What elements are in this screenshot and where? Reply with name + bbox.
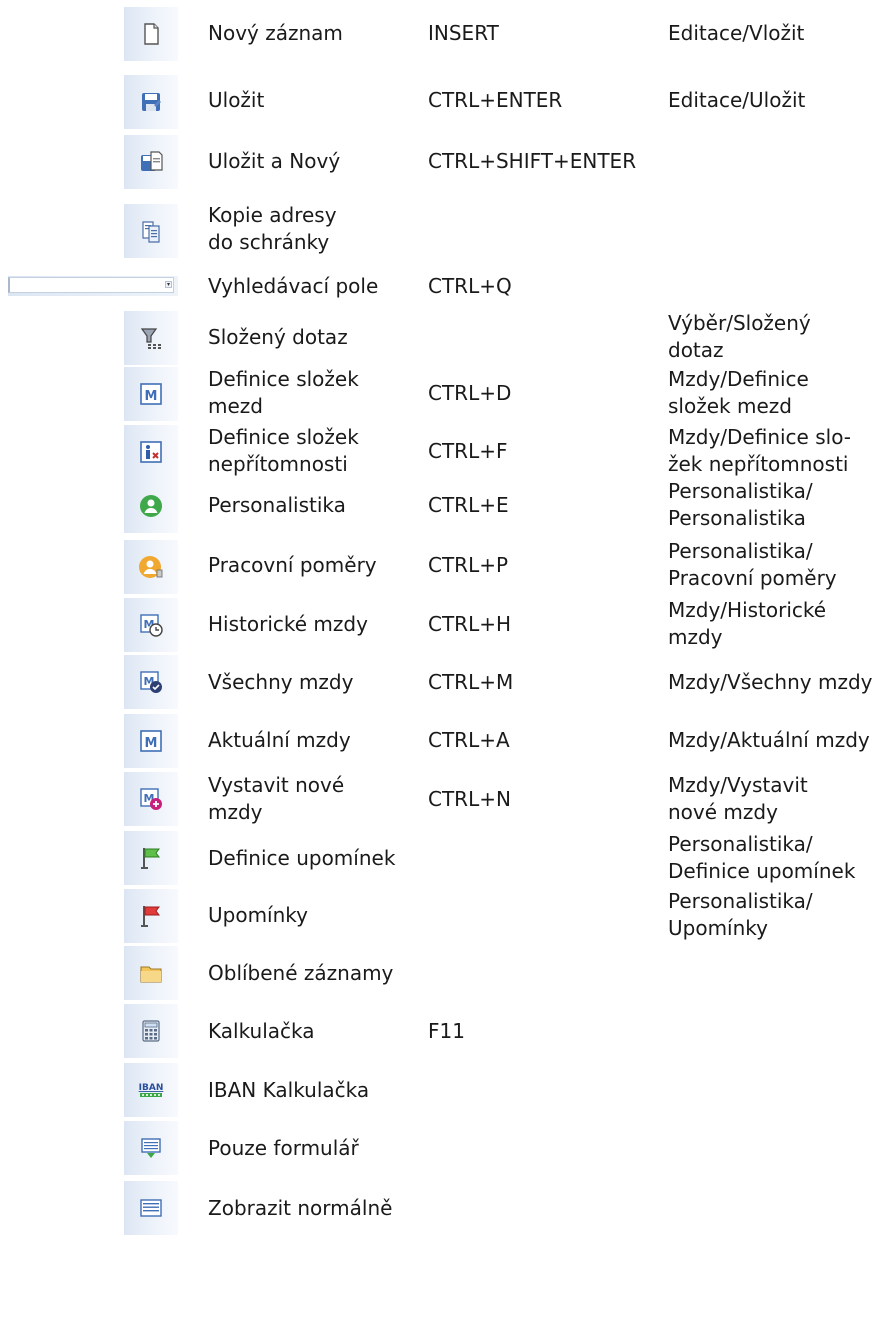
svg-text:IBAN: IBAN: [139, 1083, 164, 1093]
normal-view-icon: [124, 1181, 178, 1235]
form-only-icon: [124, 1121, 178, 1175]
menu-path: Mzdy/Historické mzdy: [668, 598, 827, 649]
function-name: Nový záznam: [208, 20, 343, 45]
keyboard-shortcut: CTRL+D: [428, 380, 512, 405]
reminders-red-flag-icon: [124, 889, 178, 943]
current-payroll-icon: M: [124, 714, 178, 768]
function-name: Pouze formulář: [208, 1135, 359, 1160]
new-payroll-icon: M: [124, 772, 178, 826]
copy-address-icon: [124, 204, 178, 258]
dropdown-arrow-icon[interactable]: ▾: [165, 281, 172, 288]
employment-relations-icon: [124, 540, 178, 594]
keyboard-shortcut: CTRL+Q: [428, 273, 512, 298]
menu-path: Mzdy/Všechny mzdy: [668, 669, 873, 694]
reminder-definition-green-flag-icon: [124, 831, 178, 885]
function-name: IBAN Kalkulačka: [208, 1077, 370, 1102]
function-name: Složený dotaz: [208, 324, 348, 349]
function-name: Všechny mzdy: [208, 669, 354, 694]
menu-path: Personalistika/Definice upomínek: [668, 832, 856, 883]
function-name: Vyhledávací pole: [208, 273, 379, 298]
menu-path: Mzdy/Vystavit nové mzdy: [668, 773, 808, 824]
menu-path: Mzdy/Definice slo-žek nepřítomnosti: [668, 425, 852, 476]
keyboard-shortcut: CTRL+SHIFT+ENTER: [428, 148, 637, 173]
menu-path: Mzdy/Definice složek mezd: [668, 367, 809, 418]
function-name: Zobrazit normálně: [208, 1195, 393, 1220]
compound-query-filter-icon: [124, 311, 178, 365]
svg-text:M: M: [145, 736, 158, 751]
menu-path: Personalistika/Pracovní poměry: [668, 539, 837, 590]
iban-calculator-icon: IBAN: [124, 1063, 178, 1117]
keyboard-shortcut: CTRL+E: [428, 492, 509, 517]
menu-path: Personalistika/Upomínky: [668, 889, 813, 940]
search-field-combo[interactable]: ▾: [8, 276, 178, 296]
historical-payroll-icon: M: [124, 598, 178, 652]
function-name: Kopie adresy do schránky: [208, 203, 337, 254]
save-and-new-icon: [124, 135, 178, 189]
new-record-icon: [124, 7, 178, 61]
keyboard-shortcut: CTRL+P: [428, 552, 509, 577]
all-payroll-icon: M: [124, 655, 178, 709]
keyboard-shortcut: CTRL+F: [428, 438, 508, 463]
function-name: Aktuální mzdy: [208, 727, 351, 752]
menu-path: Výběr/Složený dotaz: [668, 311, 811, 362]
menu-path: Mzdy/Aktuální mzdy: [668, 727, 870, 752]
function-name: Definice složek mezd: [208, 367, 359, 418]
function-name: Pracovní poměry: [208, 552, 377, 577]
favorite-records-folder-icon: [124, 946, 178, 1000]
calculator-icon: [124, 1004, 178, 1058]
search-field-input[interactable]: [8, 277, 174, 293]
keyboard-shortcut: INSERT: [428, 20, 499, 45]
keyboard-shortcut: CTRL+N: [428, 786, 511, 811]
function-name: Upomínky: [208, 902, 308, 927]
menu-path: Personalistika/Personalistika: [668, 479, 813, 530]
keyboard-shortcut: CTRL+H: [428, 611, 512, 636]
keyboard-shortcut: CTRL+A: [428, 727, 510, 752]
keyboard-shortcut: F11: [428, 1018, 465, 1043]
menu-path: Editace/Vložit: [668, 20, 805, 45]
function-name: Definice upomínek: [208, 845, 396, 870]
payroll-components-m-icon: M: [124, 367, 178, 421]
menu-path: Editace/Uložit: [668, 87, 806, 112]
function-name: Uložit a Nový: [208, 148, 341, 173]
function-name: Historické mzdy: [208, 611, 368, 636]
save-icon: [124, 75, 178, 129]
function-name: Vystavit nové mzdy: [208, 773, 345, 824]
svg-text:M: M: [145, 389, 158, 404]
keyboard-shortcut: CTRL+M: [428, 669, 514, 694]
personnel-icon: [124, 479, 178, 533]
absence-components-icon: [124, 425, 178, 479]
function-name: Oblíbené záznamy: [208, 960, 394, 985]
function-name: Definice složek nepřítomnosti: [208, 425, 359, 476]
function-name: Personalistika: [208, 492, 346, 517]
function-name: Uložit: [208, 87, 265, 112]
function-name: Kalkulačka: [208, 1018, 315, 1043]
keyboard-shortcut: CTRL+ENTER: [428, 87, 563, 112]
